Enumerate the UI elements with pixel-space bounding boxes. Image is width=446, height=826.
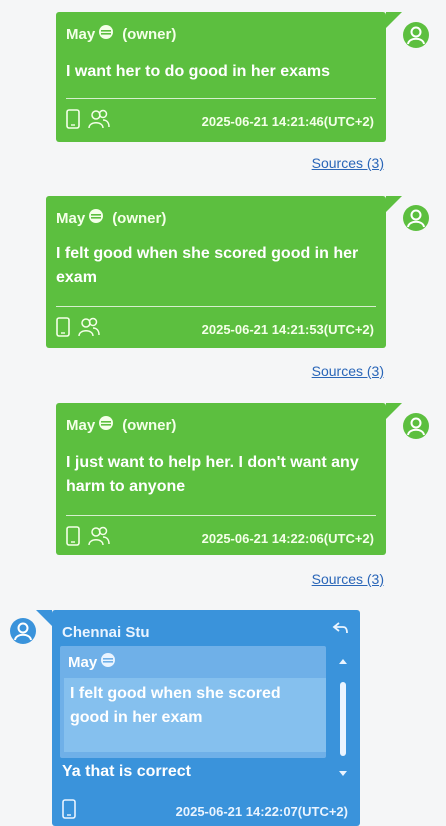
emoji-icon: [98, 24, 114, 44]
sender-name: May: [56, 209, 86, 227]
scroll-up-icon: [339, 659, 347, 664]
timestamp: 2025-06-21 14:22:07(UTC+2): [175, 803, 348, 819]
message-footer: 2025-06-21 14:21:53(UTC+2): [56, 316, 374, 342]
sender-line: May (owner): [66, 415, 176, 435]
timestamp: 2025-06-21 14:22:06(UTC+2): [201, 530, 374, 546]
quoted-sender-line: May: [68, 652, 116, 672]
sources-link[interactable]: Sources (3): [312, 363, 384, 379]
message-text: I want her to do good in her exams: [66, 63, 331, 80]
sender-name: May: [66, 416, 96, 434]
phone-icon: [62, 798, 76, 824]
message-footer: 2025-06-21 14:21:46(UTC+2): [66, 108, 374, 134]
message-footer: 2025-06-21 14:22:07(UTC+2): [62, 798, 348, 824]
reply-message-bubble[interactable]: Chennai Stu May I felt good when she sco…: [36, 610, 360, 826]
message-bubble-1[interactable]: May (owner) I want her to do good in her…: [56, 12, 402, 142]
emoji-icon: [88, 208, 104, 228]
timestamp: 2025-06-21 14:21:46(UTC+2): [201, 113, 374, 129]
sender-name: May: [66, 25, 96, 43]
divider: [66, 515, 376, 516]
owner-label: (owner): [122, 416, 177, 434]
quoted-message[interactable]: May I felt good when she scored good in …: [60, 646, 326, 758]
timestamp: 2025-06-21 14:21:53(UTC+2): [201, 321, 374, 337]
emoji-icon: [100, 652, 116, 672]
reply-icon[interactable]: [332, 620, 350, 641]
divider: [66, 98, 376, 99]
quoted-sender: May: [68, 653, 98, 671]
sender-name: Chennai Stu: [62, 624, 150, 641]
message-bubble-3[interactable]: May (owner) I just want to help her. I d…: [56, 403, 402, 555]
message-text: I just want to help her. I don't want an…: [66, 454, 359, 495]
message-text: I felt good when she scored good in her …: [56, 245, 359, 286]
sender-line: May (owner): [56, 208, 166, 228]
user-avatar-icon[interactable]: [403, 22, 429, 48]
owner-label: (owner): [112, 209, 167, 227]
contacts-icon: [78, 317, 100, 342]
phone-icon: [56, 316, 70, 342]
message-bubble-2[interactable]: May (owner) I felt good when she scored …: [46, 196, 402, 348]
sources-link[interactable]: Sources (3): [312, 571, 384, 587]
owner-label: (owner): [122, 25, 177, 43]
divider: [56, 306, 376, 307]
sources-link[interactable]: Sources (3): [312, 155, 384, 171]
emoji-icon: [98, 415, 114, 435]
reply-text: Ya that is correct: [62, 763, 191, 780]
user-avatar-icon[interactable]: [403, 413, 429, 439]
scroll-thumb: [340, 682, 346, 756]
message-footer: 2025-06-21 14:22:06(UTC+2): [66, 525, 374, 551]
sender-line: May (owner): [66, 24, 176, 44]
phone-icon: [66, 525, 80, 551]
contacts-icon: [88, 526, 110, 551]
quoted-text: I felt good when she scored good in her …: [64, 678, 326, 752]
user-avatar-icon[interactable]: [10, 618, 36, 644]
user-avatar-icon[interactable]: [403, 205, 429, 231]
phone-icon: [66, 108, 80, 134]
contacts-icon: [88, 109, 110, 134]
